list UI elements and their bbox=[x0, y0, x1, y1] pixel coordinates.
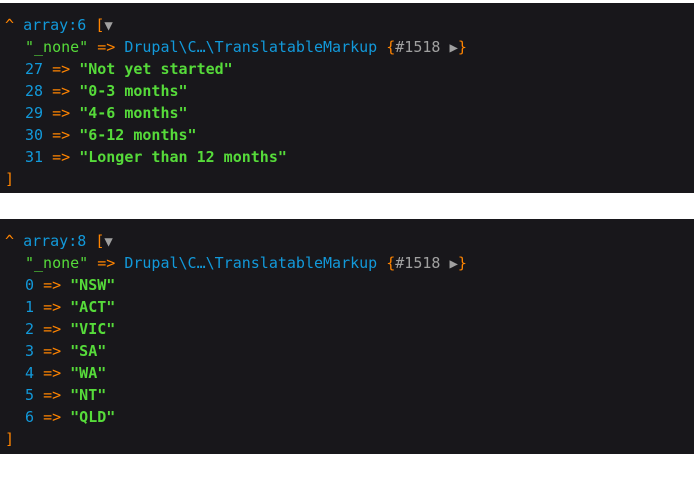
array-type-note: array:8 bbox=[23, 232, 87, 250]
array-item-row: 30 => "6-12 months" bbox=[5, 124, 694, 146]
array-item-row: 1 => "ACT" bbox=[5, 296, 694, 318]
none-entry-row: "_none" => Drupal\C…\TranslatableMarkup … bbox=[5, 36, 694, 58]
dump-header: ^ array:8 [▼ bbox=[5, 230, 694, 252]
none-key: "_none" bbox=[25, 254, 89, 272]
ref-close-brace: } bbox=[457, 254, 467, 272]
array-type-note: array:6 bbox=[23, 16, 87, 34]
var-dump-array-6: ^ array:6 [▼ "_none" => Drupal\C…\Transl… bbox=[0, 3, 694, 193]
ref-open-brace: { bbox=[386, 254, 396, 272]
collapse-toggle-icon[interactable]: ▼ bbox=[104, 234, 112, 250]
item-value: "ACT" bbox=[70, 298, 116, 316]
item-value: "QLD" bbox=[70, 408, 116, 426]
object-ref-id: #1518 bbox=[395, 38, 441, 56]
arrow: => bbox=[52, 82, 71, 100]
array-item-row: 3 => "SA" bbox=[5, 340, 694, 362]
item-value: "VIC" bbox=[70, 320, 116, 338]
item-key: 28 bbox=[25, 82, 44, 100]
array-item-row: 0 => "NSW" bbox=[5, 274, 694, 296]
item-key: 31 bbox=[25, 148, 44, 166]
item-key: 29 bbox=[25, 104, 44, 122]
arrow: => bbox=[97, 38, 116, 56]
arrow: => bbox=[43, 342, 62, 360]
caret-icon[interactable]: ^ bbox=[5, 16, 14, 34]
array-item-row: 6 => "QLD" bbox=[5, 406, 694, 428]
array-item-row: 4 => "WA" bbox=[5, 362, 694, 384]
item-value: "0-3 months" bbox=[79, 82, 188, 100]
close-bracket: ] bbox=[5, 430, 15, 448]
arrow: => bbox=[43, 298, 62, 316]
item-key: 1 bbox=[25, 298, 35, 316]
collapse-toggle-icon[interactable]: ▼ bbox=[104, 18, 112, 34]
item-value: "NT" bbox=[70, 386, 107, 404]
item-key: 0 bbox=[25, 276, 35, 294]
none-entry-row: "_none" => Drupal\C…\TranslatableMarkup … bbox=[5, 252, 694, 274]
array-item-row: 31 => "Longer than 12 months" bbox=[5, 146, 694, 168]
item-value: "4-6 months" bbox=[79, 104, 188, 122]
arrow: => bbox=[52, 104, 71, 122]
item-key: 30 bbox=[25, 126, 44, 144]
item-key: 5 bbox=[25, 386, 35, 404]
item-key: 6 bbox=[25, 408, 35, 426]
arrow: => bbox=[52, 148, 71, 166]
item-key: 2 bbox=[25, 320, 35, 338]
array-item-row: 29 => "4-6 months" bbox=[5, 102, 694, 124]
ref-close-brace: } bbox=[457, 38, 467, 56]
none-key: "_none" bbox=[25, 38, 89, 56]
dump-footer: ] bbox=[5, 428, 694, 450]
item-value: "NSW" bbox=[70, 276, 116, 294]
open-bracket: [ bbox=[95, 232, 105, 250]
open-bracket: [ bbox=[95, 16, 105, 34]
item-key: 4 bbox=[25, 364, 35, 382]
class-name[interactable]: Drupal\C…\TranslatableMarkup bbox=[124, 254, 377, 272]
expand-toggle-icon[interactable]: ▶ bbox=[449, 256, 457, 272]
array-item-row: 27 => "Not yet started" bbox=[5, 58, 694, 80]
ref-open-brace: { bbox=[386, 38, 396, 56]
arrow: => bbox=[43, 364, 62, 382]
class-name[interactable]: Drupal\C…\TranslatableMarkup bbox=[124, 38, 377, 56]
arrow: => bbox=[52, 126, 71, 144]
item-key: 3 bbox=[25, 342, 35, 360]
item-value: "Not yet started" bbox=[79, 60, 233, 78]
item-key: 27 bbox=[25, 60, 44, 78]
caret-icon[interactable]: ^ bbox=[5, 232, 14, 250]
array-item-row: 5 => "NT" bbox=[5, 384, 694, 406]
close-bracket: ] bbox=[5, 170, 15, 188]
object-ref-id: #1518 bbox=[395, 254, 441, 272]
array-item-row: 2 => "VIC" bbox=[5, 318, 694, 340]
arrow: => bbox=[43, 408, 62, 426]
arrow: => bbox=[43, 276, 62, 294]
arrow: => bbox=[43, 386, 62, 404]
array-item-row: 28 => "0-3 months" bbox=[5, 80, 694, 102]
arrow: => bbox=[52, 60, 71, 78]
arrow: => bbox=[97, 254, 116, 272]
dump-footer: ] bbox=[5, 168, 694, 190]
expand-toggle-icon[interactable]: ▶ bbox=[449, 40, 457, 56]
item-value: "Longer than 12 months" bbox=[79, 148, 287, 166]
var-dump-array-8: ^ array:8 [▼ "_none" => Drupal\C…\Transl… bbox=[0, 219, 694, 454]
item-value: "6-12 months" bbox=[79, 126, 197, 144]
arrow: => bbox=[43, 320, 62, 338]
dump-header: ^ array:6 [▼ bbox=[5, 14, 694, 36]
item-value: "SA" bbox=[70, 342, 107, 360]
item-value: "WA" bbox=[70, 364, 107, 382]
